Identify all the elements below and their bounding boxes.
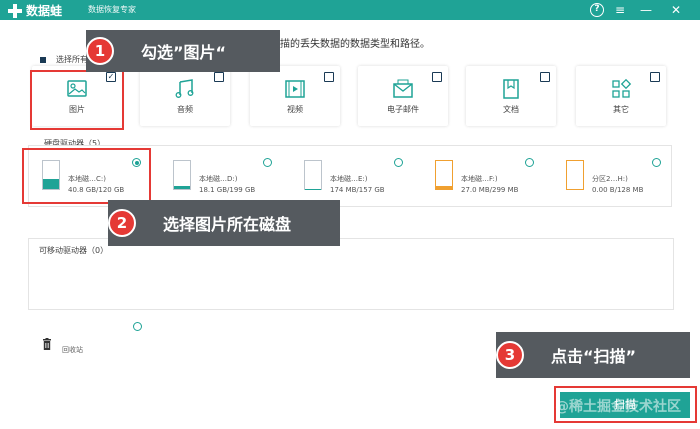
- drive-name: 分区2…H:): [592, 175, 628, 183]
- highlight-box-image: [30, 70, 124, 130]
- drive-e-icon: [304, 160, 322, 190]
- close-button[interactable]: ✕: [668, 2, 684, 18]
- drive-d-icon: [173, 160, 191, 190]
- drive-e-radio[interactable]: [394, 158, 403, 167]
- app-name: 数据蛙: [26, 4, 63, 18]
- logo-cross-icon: [8, 3, 22, 18]
- drive-size: 174 MB/157 GB: [330, 186, 385, 194]
- drive-h-icon: [566, 160, 584, 190]
- email-icon: [393, 79, 413, 98]
- category-audio[interactable]: 音频: [140, 66, 230, 126]
- title-bar: 数据蛙 数据恢复专家 ? ≡ — ✕: [0, 0, 700, 20]
- callout-3-number: 3: [496, 341, 524, 369]
- help-button[interactable]: ?: [590, 3, 604, 17]
- drive-d-radio[interactable]: [263, 158, 272, 167]
- app-logo: 数据蛙: [8, 2, 62, 19]
- category-label: 文档: [503, 105, 519, 114]
- drive-size: 18.1 GB/199 GB: [199, 186, 256, 194]
- recycle-bin-label: 回收站: [62, 346, 83, 354]
- category-other[interactable]: 其它: [576, 66, 666, 126]
- minimize-button[interactable]: —: [638, 2, 654, 18]
- callout-2-text: 选择图片所在磁盘: [163, 215, 292, 234]
- drive-size: 27.0 MB/299 MB: [461, 186, 519, 194]
- drive-f-fill: [436, 186, 452, 189]
- watermark: @稀土掘金技术社区: [555, 399, 681, 415]
- menu-button[interactable]: ≡: [612, 2, 628, 18]
- document-checkbox[interactable]: [540, 72, 550, 82]
- drive-name: 本地磁…E:): [330, 175, 368, 183]
- highlight-box-drive: [22, 148, 151, 204]
- other-checkbox[interactable]: [650, 72, 660, 82]
- category-video[interactable]: 视频: [250, 66, 340, 126]
- other-icon: [612, 78, 632, 98]
- callout-2: 2 选择图片所在磁盘: [108, 200, 340, 246]
- audio-checkbox[interactable]: [214, 72, 224, 82]
- drive-d-fill: [174, 186, 190, 189]
- callout-3: 3 点击“扫描”: [496, 332, 690, 378]
- category-email[interactable]: 电子邮件: [358, 66, 448, 126]
- drive-f-icon: [435, 160, 453, 190]
- removable-drives-label: 可移动驱动器（0）: [39, 246, 109, 255]
- app-subtitle: 数据恢复专家: [88, 5, 136, 14]
- drive-f-radio[interactable]: [525, 158, 534, 167]
- audio-icon: [175, 79, 194, 98]
- video-icon: [285, 80, 305, 98]
- category-label: 音频: [177, 105, 193, 114]
- callout-1: 1 勾选”图片“: [86, 30, 280, 72]
- recycle-bin-radio[interactable]: [133, 322, 142, 331]
- video-checkbox[interactable]: [324, 72, 334, 82]
- category-document[interactable]: 文档: [466, 66, 556, 126]
- category-label: 其它: [613, 105, 629, 114]
- category-label: 视频: [287, 105, 303, 114]
- select-all-checkbox[interactable]: [40, 56, 46, 63]
- callout-1-number: 1: [86, 37, 114, 65]
- removable-drives-panel: 可移动驱动器（0）: [28, 238, 674, 310]
- trash-icon: [43, 338, 51, 350]
- drive-h-radio[interactable]: [652, 158, 661, 167]
- drive-name: 本地磁…D:): [199, 175, 238, 183]
- drive-name: 本地磁…F:): [461, 175, 498, 183]
- document-icon: [503, 79, 519, 99]
- email-checkbox[interactable]: [432, 72, 442, 82]
- drive-size: 0.00 B/128 MB: [592, 186, 644, 194]
- callout-1-text: 勾选”图片“: [141, 43, 227, 62]
- callout-3-text: 点击“扫描”: [551, 347, 637, 366]
- callout-2-number: 2: [108, 209, 136, 237]
- category-label: 电子邮件: [387, 105, 419, 114]
